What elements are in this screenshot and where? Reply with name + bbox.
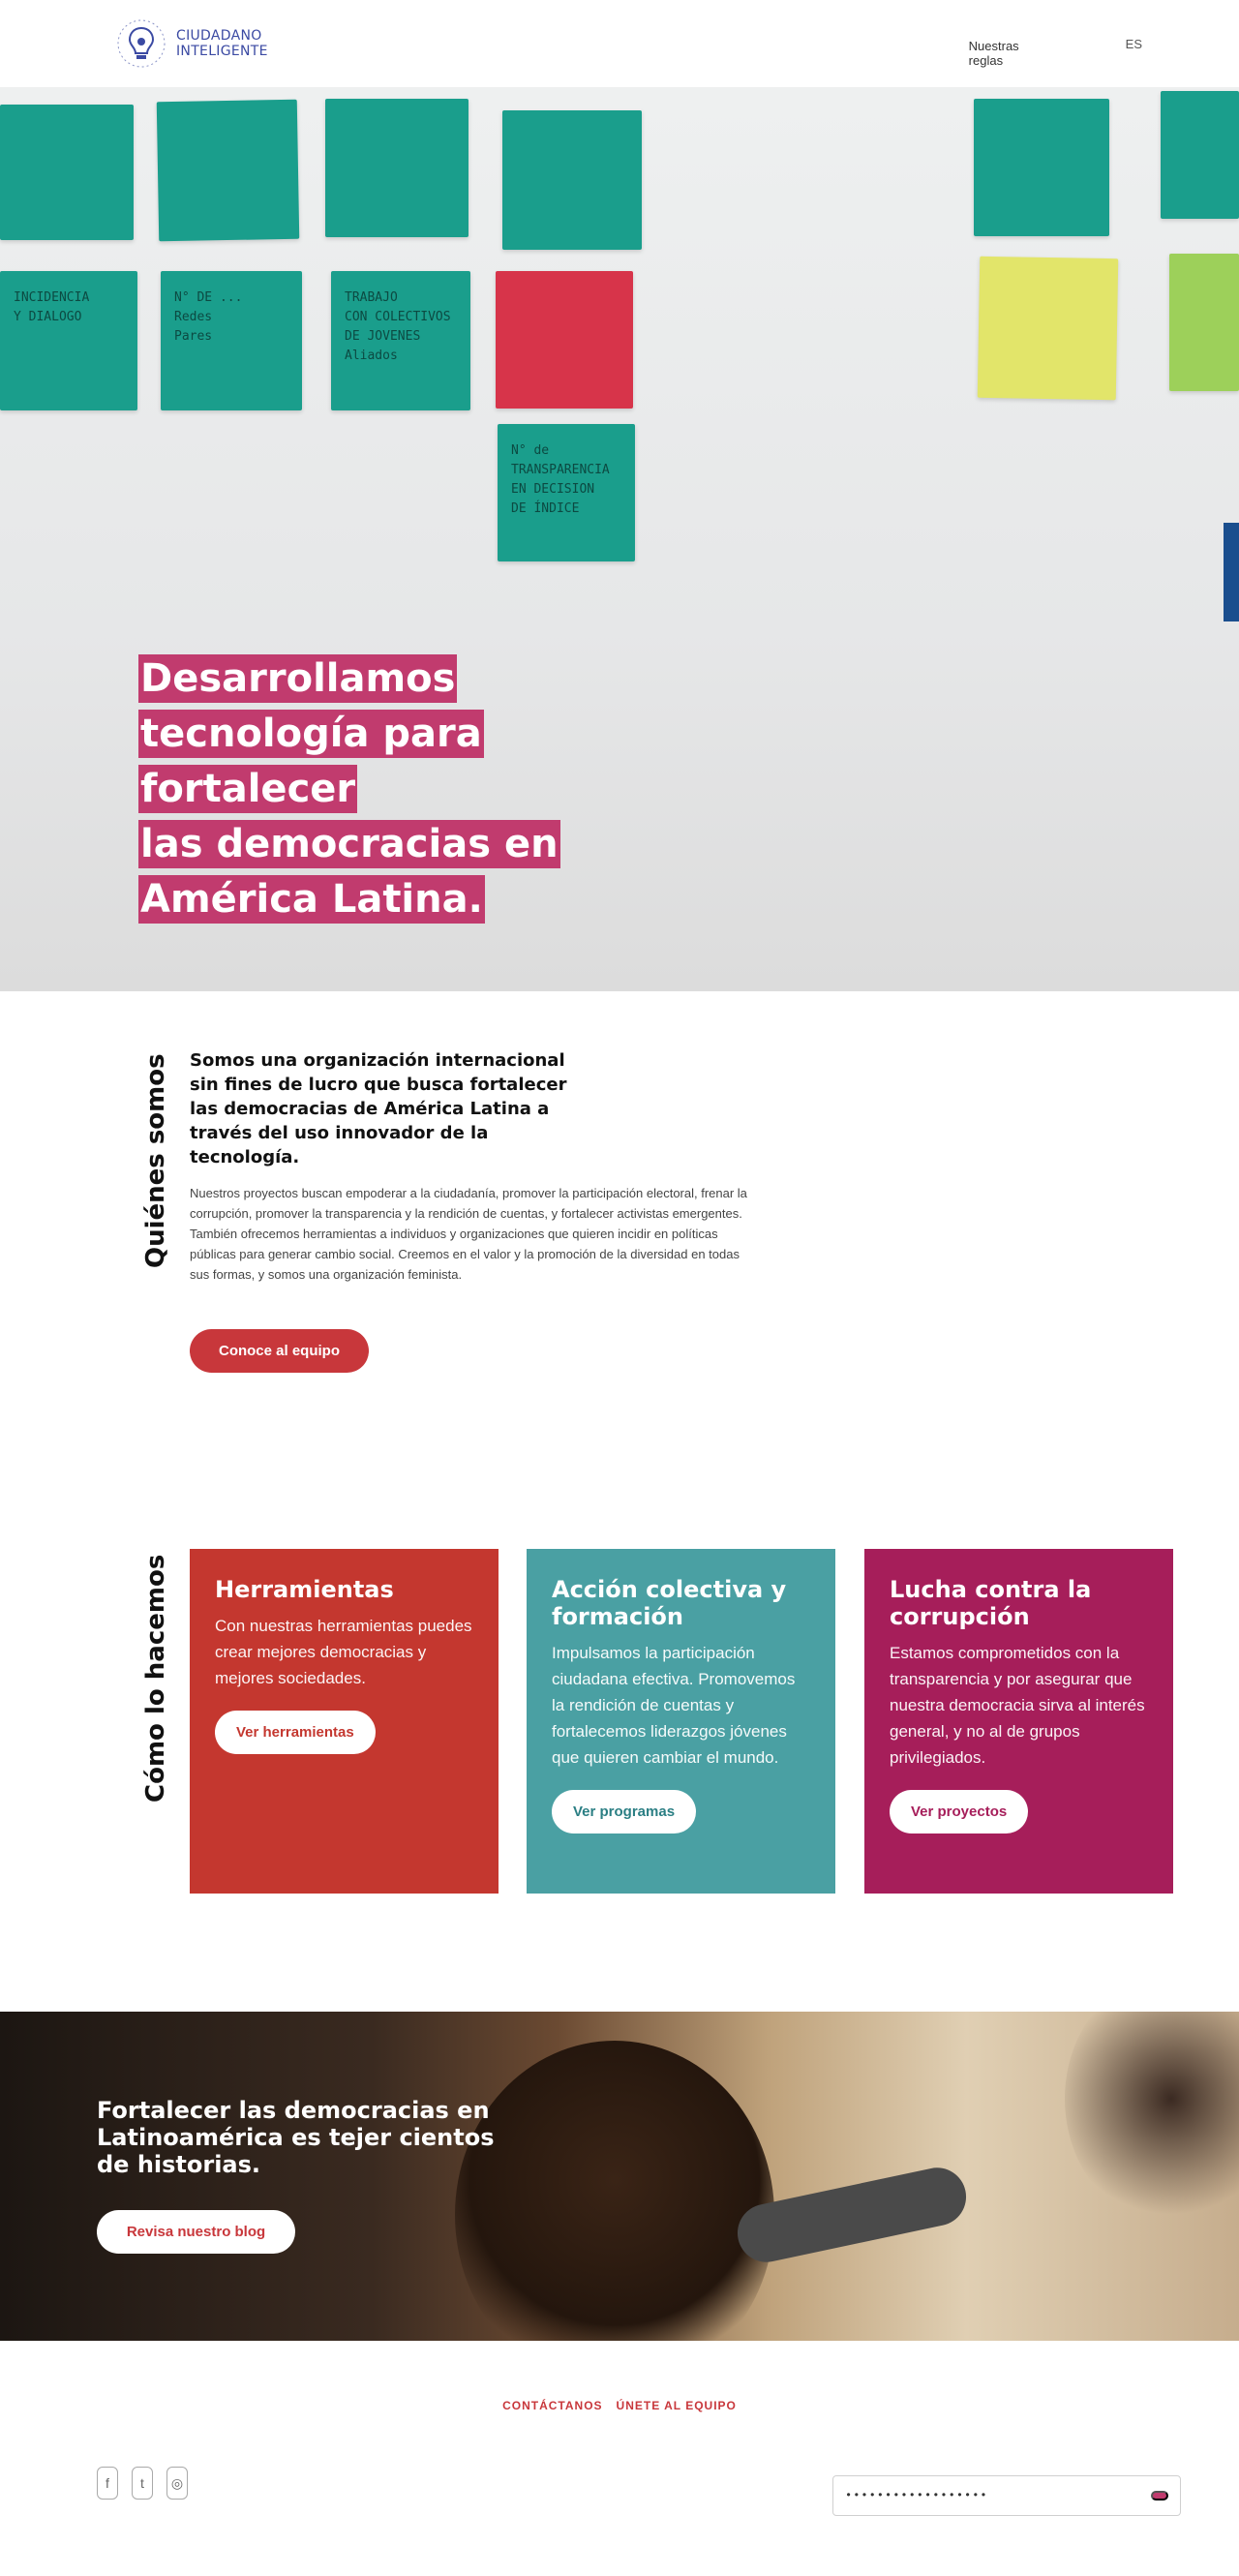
footer-link-join[interactable]: ÚNETE AL EQUIPO xyxy=(617,2399,737,2412)
nav-item-1[interactable] xyxy=(853,33,891,54)
sticky-note: TRABAJO CON COLECTIVOS DE JOVENES Aliado… xyxy=(331,271,470,410)
view-projects-button[interactable]: Ver proyectos xyxy=(890,1790,1029,1834)
note-line: TRANSPARENCIA xyxy=(511,463,610,477)
instagram-icon[interactable]: ◎ xyxy=(166,2467,188,2500)
card-title: Herramientas xyxy=(215,1576,394,1603)
about-lead: Somos una organización internacional sin… xyxy=(190,1050,567,1167)
subscribe-button[interactable] xyxy=(1151,2491,1168,2500)
logo-text: CIUDADANO INTELIGENTE xyxy=(176,28,268,59)
hero-title-line: fortalecer xyxy=(138,765,358,813)
sticky-note xyxy=(1161,91,1239,219)
blog-button[interactable]: Revisa nuestro blog xyxy=(97,2210,295,2254)
nav-item-3[interactable]: Nuestras reglas xyxy=(965,33,1043,68)
card-tools: Herramientas Con nuestras herramientas p… xyxy=(190,1549,499,1894)
view-programs-button[interactable]: Ver programas xyxy=(552,1790,697,1834)
sticky-note xyxy=(1169,254,1239,391)
note-line: Redes xyxy=(174,310,213,324)
sticky-note: N° de TRANSPARENCIA EN DECISION DE ÍNDIC… xyxy=(498,424,635,561)
hero: INCIDENCIA Y DIALOGO N° DE ... Redes Par… xyxy=(0,87,1239,991)
sticky-note xyxy=(502,110,642,250)
facebook-icon[interactable]: f xyxy=(97,2467,118,2500)
footer-links: CONTÁCTANOS ÚNETE AL EQUIPO xyxy=(0,2399,1239,2412)
note-text: N° DE ... Redes Pares xyxy=(174,288,242,347)
card-title: Acción colectiva y formación xyxy=(552,1576,787,1630)
social-links: f t ◎ xyxy=(97,2467,188,2500)
note-line: Pares xyxy=(174,329,213,344)
note-line: N° de xyxy=(511,443,550,458)
lang-es[interactable]: ES xyxy=(1126,37,1142,51)
hero-title-line: América Latina. xyxy=(138,875,485,924)
hero-accent-bar xyxy=(1224,523,1239,621)
card-collective-action: Acción colectiva y formación Impulsamos … xyxy=(527,1549,835,1894)
hero-title-line: tecnología para xyxy=(138,710,484,758)
view-tools-button[interactable]: Ver herramientas xyxy=(215,1711,376,1754)
card-body: Impulsamos la participación ciudadana ef… xyxy=(552,1644,796,1767)
site-header: CIUDADANO INTELIGENTE Nuestras reglas ES xyxy=(0,0,1239,87)
note-text: N° de TRANSPARENCIA EN DECISION DE ÍNDIC… xyxy=(511,441,610,519)
nav-item-rules[interactable] xyxy=(1060,38,1068,49)
nav-item-2[interactable] xyxy=(909,33,948,54)
sticky-note xyxy=(156,99,300,242)
section-heading-how: Cómo lo hacemos xyxy=(141,1554,170,1803)
lightbulb-icon xyxy=(117,19,166,68)
card-anticorruption: Lucha contra la corrupción Estamos compr… xyxy=(864,1549,1173,1894)
nav-item-5[interactable] xyxy=(1085,33,1108,54)
note-text: INCIDENCIA Y DIALOGO xyxy=(14,288,89,327)
meet-team-button[interactable]: Conoce al equipo xyxy=(190,1329,369,1373)
note-line: N° DE ... xyxy=(174,290,243,305)
subscribe-form xyxy=(832,2475,1181,2516)
sticky-note xyxy=(977,256,1119,401)
hero-title-line: las democracias en xyxy=(138,820,560,868)
note-line: INCIDENCIA xyxy=(14,290,90,305)
note-line: Aliados xyxy=(345,349,398,363)
note-line: TRABAJO xyxy=(345,290,398,305)
logo-line1: CIUDADANO xyxy=(176,28,262,44)
note-line: EN DECISION xyxy=(511,482,595,497)
subscribe-input[interactable] xyxy=(845,2489,1151,2502)
logo-line2: INTELIGENTE xyxy=(176,44,268,59)
sticky-note xyxy=(974,99,1109,236)
logo[interactable]: CIUDADANO INTELIGENTE xyxy=(114,16,268,71)
sticky-note xyxy=(0,105,134,240)
sticky-note: N° DE ... Redes Pares xyxy=(161,271,302,410)
stories-banner: Fortalecer las democracias en Latinoamér… xyxy=(0,2012,1239,2341)
section-heading-about: Quiénes somos xyxy=(141,1053,170,1268)
note-line: Y DIALOGO xyxy=(14,310,82,324)
note-line: DE ÍNDICE xyxy=(511,501,580,516)
hero-title: Desarrollamos tecnología para fortalecer… xyxy=(138,652,642,927)
twitter-icon[interactable]: t xyxy=(132,2467,153,2500)
hero-title-line: Desarrollamos xyxy=(138,654,458,703)
note-line: DE JOVENES xyxy=(345,329,421,344)
main-nav: Nuestras reglas ES xyxy=(853,33,1142,69)
sticky-note xyxy=(325,99,468,237)
banner-photo-shape xyxy=(1065,2012,1239,2225)
card-title: Lucha contra la corrupción xyxy=(890,1576,1092,1630)
sticky-note: INCIDENCIA Y DIALOGO xyxy=(0,271,137,410)
language-switcher[interactable]: ES xyxy=(1126,37,1142,51)
note-line: CON COLECTIVOS xyxy=(345,310,451,324)
note-text: TRABAJO CON COLECTIVOS DE JOVENES Aliado… xyxy=(345,288,451,366)
banner-title: Fortalecer las democracias en Latinoamér… xyxy=(97,2097,495,2178)
banner-photo-shape xyxy=(455,2041,774,2341)
card-body: Con nuestras herramientas puedes crear m… xyxy=(215,1617,472,1687)
about-body: Nuestros proyectos buscan empoderar a la… xyxy=(190,1186,747,1282)
card-body: Estamos comprometidos con la transparenc… xyxy=(890,1644,1145,1767)
footer-link-contact[interactable]: CONTÁCTANOS xyxy=(502,2399,602,2412)
sticky-note xyxy=(496,271,633,409)
